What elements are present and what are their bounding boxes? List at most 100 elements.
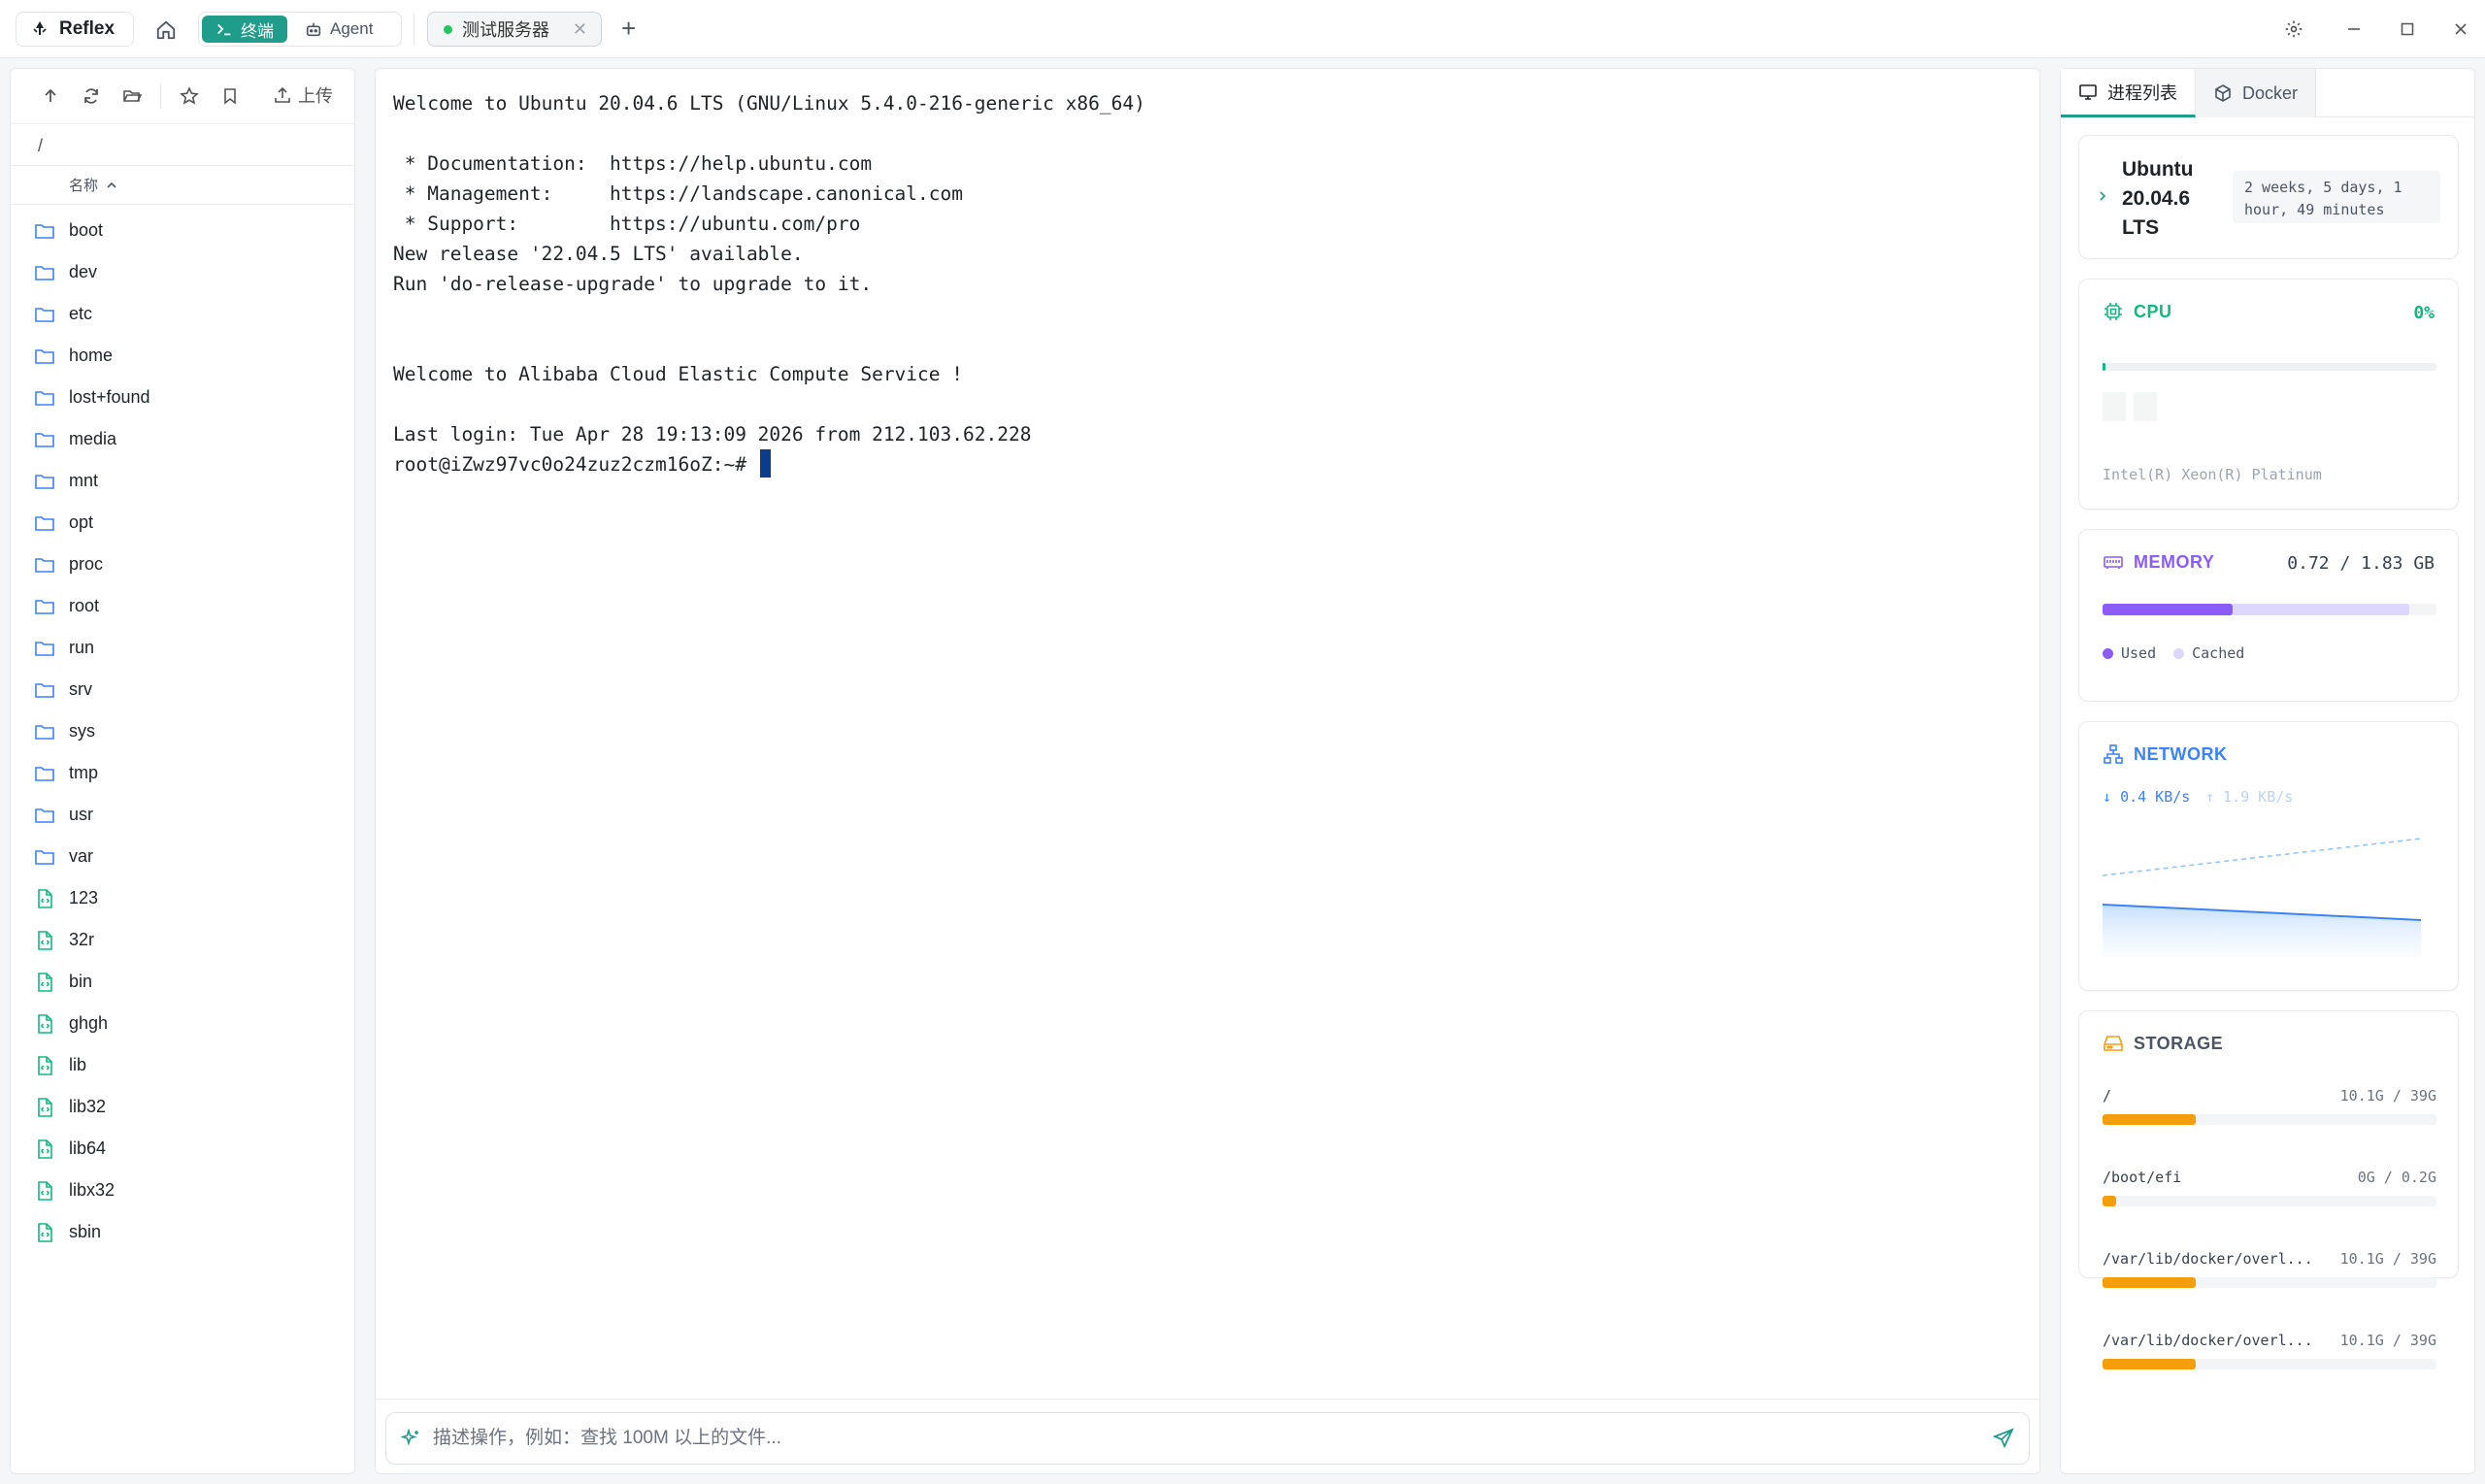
file-row[interactable]: bin [11, 961, 354, 1003]
mode-switch: 终端 Agent [198, 12, 402, 47]
mode-terminal-button[interactable]: 终端 [202, 16, 287, 43]
tab-test-server[interactable]: 测试服务器 ✕ [427, 12, 602, 47]
folder-row[interactable]: media [11, 418, 354, 460]
folder-row[interactable]: proc [11, 544, 354, 585]
storage-bar [2103, 1359, 2436, 1369]
file-name: home [69, 346, 114, 365]
storage-bar [2103, 1277, 2436, 1288]
name-column-header[interactable]: 名称 [11, 166, 354, 205]
memory-icon [2104, 556, 2123, 569]
current-path[interactable]: / [11, 123, 354, 166]
folder-row[interactable]: var [11, 836, 354, 877]
memory-value: 0.72 / 1.83 GB [2287, 553, 2435, 574]
folder-row[interactable]: sys [11, 710, 354, 752]
column-name-label: 名称 [69, 178, 99, 194]
terminal-panel[interactable]: Welcome to Ubuntu 20.04.6 LTS (GNU/Linux… [375, 68, 2040, 1474]
add-tab-button[interactable]: + [621, 14, 636, 43]
storage-usage: 10.1G / 39G [2339, 1087, 2436, 1105]
minimize-button[interactable] [2340, 16, 2368, 43]
folder-row[interactable]: root [11, 585, 354, 627]
tab-label: 测试服务器 [462, 20, 549, 40]
file-row[interactable]: lib32 [11, 1086, 354, 1128]
home-button[interactable] [151, 16, 181, 45]
parent-dir-button[interactable] [30, 82, 71, 111]
storage-bar [2103, 1114, 2436, 1125]
brand-button[interactable]: Reflex [16, 12, 134, 47]
folder-row[interactable]: mnt [11, 460, 354, 502]
storage-item: /var/lib/docker/overl... 10.1G / 39G [2103, 1332, 2436, 1390]
file-row[interactable]: 32r [11, 919, 354, 961]
folder-row[interactable]: boot [11, 210, 354, 251]
folder-row[interactable]: dev [11, 251, 354, 293]
upload-series-line [2103, 838, 2422, 876]
open-folder-button[interactable] [112, 82, 152, 111]
tab-process-list[interactable]: 进程列表 [2061, 69, 2196, 117]
folder-row[interactable]: run [11, 627, 354, 669]
file-name: bin [69, 972, 93, 991]
divider [376, 1399, 2039, 1400]
terminal-line: * Documentation: https://help.ubuntu.com [393, 152, 873, 175]
maximize-icon [2401, 22, 2414, 36]
folder-row[interactable]: etc [11, 293, 354, 335]
file-row[interactable]: libx32 [11, 1170, 354, 1211]
storage-mount: /boot/efi [2103, 1169, 2182, 1186]
file-row[interactable]: 123 [11, 877, 354, 919]
file-code-icon [38, 1138, 52, 1159]
refresh-button[interactable] [71, 82, 112, 111]
folder-icon [35, 515, 54, 531]
upload-button[interactable]: 上传 [273, 82, 333, 108]
file-code-icon [38, 930, 52, 950]
network-icon [2104, 744, 2123, 764]
folder-icon [35, 849, 54, 865]
close-tab-icon[interactable]: ✕ [573, 19, 587, 40]
storage-item: /boot/efi 0G / 0.2G [2103, 1169, 2436, 1227]
file-code-icon [38, 1180, 52, 1201]
file-row[interactable]: lib64 [11, 1128, 354, 1170]
terminal-output[interactable]: Welcome to Ubuntu 20.04.6 LTS (GNU/Linux… [393, 88, 1145, 479]
folder-icon [35, 557, 54, 573]
maximize-button[interactable] [2394, 16, 2421, 43]
mode-agent-button[interactable]: Agent [291, 16, 386, 43]
settings-button[interactable] [2280, 16, 2307, 43]
ai-command-box [385, 1412, 2030, 1465]
network-label: NETWORK [2134, 743, 2228, 764]
terminal-prompt: root@iZwz97vc0o24zuz2czm16oZ:~# [393, 453, 758, 476]
close-window-button[interactable] [2447, 16, 2474, 43]
folder-icon [35, 223, 54, 239]
bookmark-button[interactable] [210, 82, 250, 111]
folder-row[interactable]: srv [11, 669, 354, 710]
cpu-label: CPU [2134, 301, 2172, 321]
favorite-button[interactable] [169, 82, 210, 111]
network-title: NETWORK [2103, 743, 2228, 765]
file-name: boot [69, 220, 104, 240]
storage-card: STORAGE / 10.1G / 39G/boot/efi 0G / 0.2G/v… [2078, 1010, 2459, 1369]
folder-icon [35, 348, 54, 364]
uptime: 2 weeks, 5 days, 1 hour, 49 minutes [2233, 171, 2440, 223]
terminal-line: Welcome to Alibaba Cloud Elastic Compute… [393, 363, 963, 385]
memory-used-fill [2103, 604, 2234, 615]
send-button[interactable] [1992, 1427, 2015, 1455]
folder-row[interactable]: lost+found [11, 377, 354, 418]
cpu-model: Intel(R) Xeon(R) Platinum [2103, 466, 2322, 483]
file-row[interactable]: lib [11, 1044, 354, 1086]
terminal-prompt-line[interactable]: root@iZwz97vc0o24zuz2czm16oZ:~# [393, 449, 1145, 479]
folder-row[interactable]: tmp [11, 752, 354, 794]
ai-command-input[interactable] [433, 1428, 1947, 1449]
legend-cached-label: Cached [2192, 644, 2245, 662]
file-name: etc [69, 304, 93, 323]
chevron-up-icon [107, 181, 116, 188]
network-up: ↑ 1.9 KB/s [2205, 788, 2294, 806]
file-row[interactable]: ghgh [11, 1003, 354, 1044]
folder-row[interactable]: usr [11, 794, 354, 836]
file-name: dev [69, 262, 98, 281]
brand-name: Reflex [59, 18, 116, 39]
file-name: proc [69, 554, 104, 574]
file-row[interactable]: sbin [11, 1211, 354, 1253]
gear-icon [2285, 20, 2303, 38]
folder-row[interactable]: opt [11, 502, 354, 544]
folder-row[interactable]: home [11, 335, 354, 377]
file-name: 123 [69, 888, 99, 907]
tab-docker[interactable]: Docker [2196, 69, 2317, 117]
file-name: libx32 [69, 1180, 116, 1200]
